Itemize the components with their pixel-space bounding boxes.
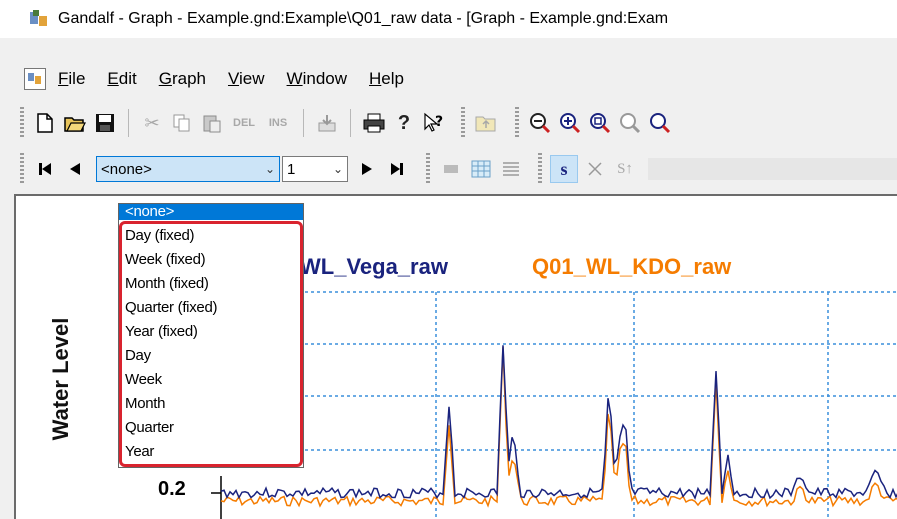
clear-selection-icon[interactable]	[582, 156, 608, 182]
legend-series-2: Q01_WL_KDO_raw	[532, 254, 732, 279]
app-icon	[28, 8, 50, 30]
toolbar-separator	[128, 109, 129, 137]
menu-edit[interactable]: Edit	[107, 69, 136, 89]
delete-icon[interactable]: DEL	[229, 110, 259, 136]
menu-bar: File Edit Graph View Window Help	[0, 62, 897, 96]
help-icon[interactable]: ?	[391, 110, 417, 136]
last-record-icon[interactable]	[384, 156, 410, 182]
s-toggle-button[interactable]: s	[550, 155, 578, 183]
zoom-next-icon[interactable]	[647, 110, 673, 136]
menu-help[interactable]: Help	[369, 69, 404, 89]
dropdown-option[interactable]: Year (fixed)	[119, 320, 303, 344]
dropdown-option[interactable]: Day	[119, 344, 303, 368]
series-line-wl-vega-raw	[220, 345, 897, 500]
dropdown-option[interactable]: Month	[119, 392, 303, 416]
dropdown-option[interactable]: Day (fixed)	[119, 224, 303, 248]
zoom-fit-icon[interactable]	[587, 110, 613, 136]
insert-icon[interactable]: INS	[263, 110, 293, 136]
dropdown-option[interactable]: Quarter (fixed)	[119, 296, 303, 320]
title-bar: Gandalf - Graph - Example.gnd:Example\Q0…	[0, 0, 897, 38]
zoom-prev-icon[interactable]	[617, 110, 643, 136]
period-dropdown-list[interactable]: <none> Day (fixed) Week (fixed) Month (f…	[118, 203, 304, 468]
document-window-icon[interactable]	[24, 68, 46, 90]
first-record-icon[interactable]	[32, 156, 58, 182]
cut-icon[interactable]: ✂	[139, 110, 165, 136]
dropdown-option[interactable]: Quarter	[119, 416, 303, 440]
toolbar-grip[interactable]	[515, 107, 519, 139]
export-icon[interactable]	[314, 110, 340, 136]
folder-up-icon[interactable]	[473, 110, 499, 136]
toolbar-grip[interactable]	[461, 107, 465, 139]
list-view-icon[interactable]	[498, 156, 524, 182]
zoom-out-icon[interactable]	[527, 110, 553, 136]
legend-series-1: WL_Vega_raw	[300, 254, 448, 279]
period-combo-value: <none>	[101, 160, 152, 178]
toolbar-grip[interactable]	[20, 153, 24, 185]
next-record-icon[interactable]	[354, 156, 380, 182]
number-combo-value: 1	[287, 160, 296, 178]
new-file-icon[interactable]	[32, 110, 58, 136]
dropdown-option[interactable]: Week (fixed)	[119, 248, 303, 272]
grid-view-icon[interactable]	[468, 156, 494, 182]
main-toolbar: ✂ DEL INS ? ?	[0, 100, 897, 146]
menu-view[interactable]: View	[228, 69, 265, 89]
table-view-icon[interactable]	[438, 156, 464, 182]
window-title: Gandalf - Graph - Example.gnd:Example\Q0…	[58, 10, 669, 27]
chevron-down-icon[interactable]: ⌄	[329, 162, 347, 176]
zoom-in-icon[interactable]	[557, 110, 583, 136]
toolbar-separator	[303, 109, 304, 137]
toolbar-separator	[350, 109, 351, 137]
dropdown-option[interactable]: Month (fixed)	[119, 272, 303, 296]
print-icon[interactable]	[361, 110, 387, 136]
copy-icon[interactable]	[169, 110, 195, 136]
y-tick-label: 0.2	[158, 478, 186, 500]
context-help-icon[interactable]: ?	[421, 110, 447, 136]
previous-record-icon[interactable]	[62, 156, 88, 182]
period-combo[interactable]: <none> ⌄	[96, 156, 280, 182]
toolbar-blurred-area	[648, 158, 897, 180]
open-folder-icon[interactable]	[62, 110, 88, 136]
number-combo[interactable]: 1 ⌄	[282, 156, 348, 182]
svg-text:?: ?	[435, 114, 443, 130]
save-icon[interactable]	[92, 110, 118, 136]
menu-graph[interactable]: Graph	[159, 69, 206, 89]
menu-file[interactable]: File	[58, 69, 85, 89]
paste-icon[interactable]	[199, 110, 225, 136]
toolbar-grip[interactable]	[538, 153, 542, 185]
toolbar-grip[interactable]	[426, 153, 430, 185]
menu-window[interactable]: Window	[287, 69, 347, 89]
dropdown-option[interactable]: Week	[119, 368, 303, 392]
y-axis-label: Water Level	[48, 317, 73, 441]
chevron-down-icon[interactable]: ⌄	[261, 162, 279, 176]
toolbar-grip[interactable]	[20, 107, 24, 139]
navigation-toolbar: <none> ⌄ 1 ⌄ s S↑	[0, 148, 897, 190]
dropdown-option[interactable]: <none>	[119, 204, 303, 220]
sort-button[interactable]: S↑	[612, 156, 638, 182]
dropdown-option[interactable]: Year	[119, 440, 303, 464]
